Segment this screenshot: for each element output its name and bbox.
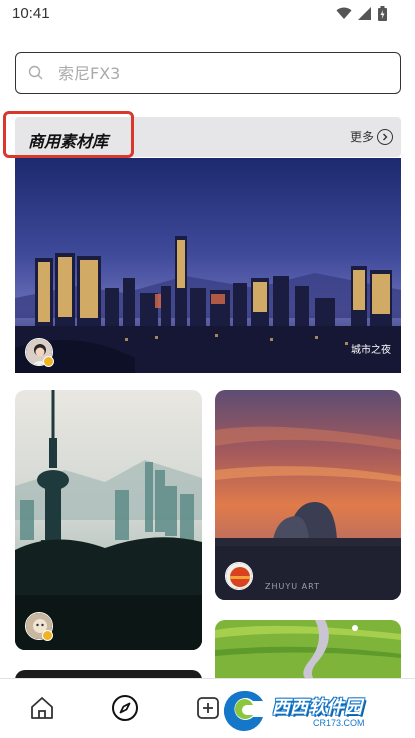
green-fields-image [215,620,401,678]
chevron-right-icon [377,128,393,145]
more-link[interactable]: 更多 [350,128,393,145]
author-avatar[interactable] [225,562,253,590]
search-bar[interactable] [15,52,401,94]
image-watermark: ZHUYU ART [265,582,320,591]
battery-icon [378,6,387,21]
wifi-icon [336,7,352,19]
status-bar: 10:41 [0,0,415,30]
featured-caption: 城市之夜 [351,345,391,356]
verified-badge-icon [43,356,54,367]
search-icon [28,65,43,80]
site-logo-icon [223,690,263,731]
site-logo-name: 西西软件园 [272,697,362,718]
home-icon [31,697,53,719]
image-card-tower[interactable] [15,390,202,650]
status-time: 10:41 [12,5,50,22]
tower-skyline-image [15,390,202,650]
status-icons [336,6,387,21]
verified-badge-icon [42,630,53,641]
search-input[interactable] [58,61,378,85]
signal-icon [358,7,371,20]
site-logo-url: CR173.COM [313,718,365,728]
nav-home[interactable] [27,693,57,723]
image-card-fields[interactable] [215,620,401,678]
night-city-image [15,158,401,373]
discover-icon [112,695,138,721]
more-label: 更多 [349,130,374,144]
nav-discover[interactable] [110,693,140,723]
image-card-sunset[interactable]: ZHUYU ART [215,390,401,600]
site-watermark: 西西软件园 CR173.COM [217,685,412,735]
featured-image-card[interactable]: 城市之夜 [15,158,401,373]
section-title: 商用素材库 [28,132,109,151]
